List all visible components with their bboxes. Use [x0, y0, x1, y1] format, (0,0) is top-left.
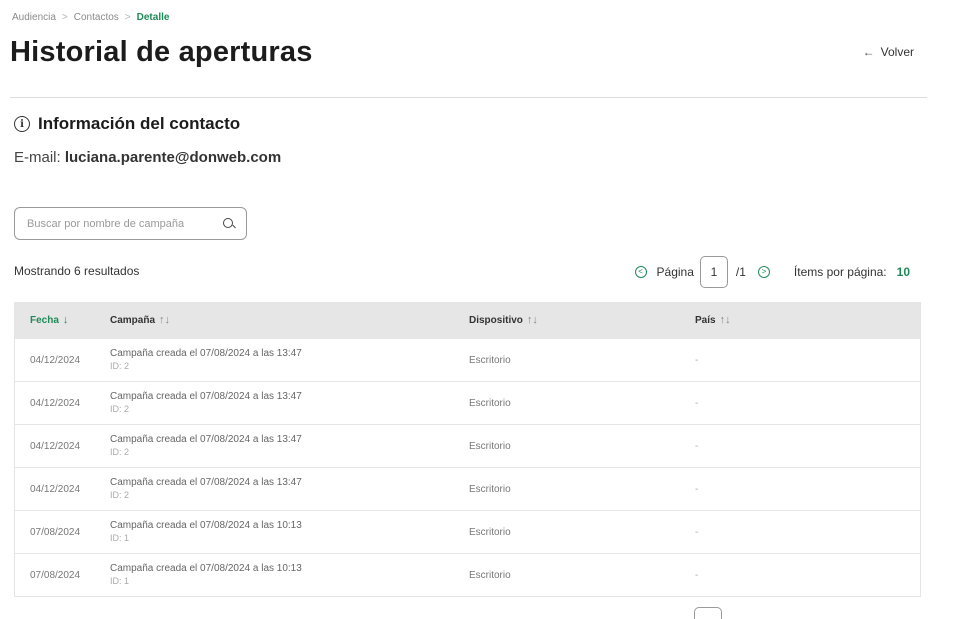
- campaign-name: Campaña creada el 07/08/2024 a las 13:47: [110, 348, 302, 359]
- sort-desc-icon: ↓: [62, 314, 69, 326]
- column-header-date-label: Fecha: [30, 314, 59, 326]
- cell-country: -: [695, 440, 699, 452]
- chevron-right-icon: >: [61, 12, 68, 23]
- cell-country: -: [695, 397, 699, 409]
- search-icon[interactable]: [222, 217, 236, 231]
- column-header-campaign-label: Campaña: [110, 314, 156, 326]
- cell-campaign: Campaña creada el 07/08/2024 a las 13:47…: [110, 348, 469, 372]
- chevron-right-icon: >: [124, 12, 131, 23]
- campaign-id: ID: 1: [110, 533, 130, 543]
- cell-country: -: [695, 526, 699, 538]
- column-header-country[interactable]: País ↑↓: [695, 314, 920, 326]
- cell-date: 04/12/2024: [30, 397, 81, 409]
- campaign-id: ID: 2: [110, 490, 130, 500]
- column-header-device-label: Dispositivo: [469, 314, 523, 326]
- cell-date: 04/12/2024: [30, 483, 81, 495]
- email-value: luciana.parente@donweb.com: [64, 149, 282, 166]
- back-label: Volver: [880, 45, 914, 59]
- breadcrumb-item-audiencia[interactable]: Audiencia: [12, 12, 56, 23]
- table-header: Fecha ↓ Campaña ↑↓ Dispositivo ↑↓ País ↑…: [15, 302, 920, 338]
- cell-country: -: [695, 483, 699, 495]
- campaign-name: Campaña creada el 07/08/2024 a las 10:13: [110, 563, 302, 574]
- contact-section-header: i Información del contacto: [14, 114, 240, 134]
- prev-page-icon[interactable]: <: [634, 266, 647, 278]
- campaign-id: ID: 2: [110, 404, 130, 414]
- breadcrumb-item-contactos[interactable]: Contactos: [74, 12, 119, 23]
- contact-section-title: Información del contacto: [38, 114, 241, 133]
- bottom-page-input[interactable]: [694, 607, 722, 619]
- cell-campaign: Campaña creada el 07/08/2024 a las 10:13…: [110, 563, 469, 587]
- sort-icon: ↑↓: [159, 314, 171, 326]
- breadcrumb: Audiencia > Contactos > Detalle: [12, 12, 169, 23]
- contact-email: E-mail: luciana.parente@donweb.com: [14, 149, 281, 166]
- table-row: 04/12/2024 Campaña creada el 07/08/2024 …: [15, 467, 920, 510]
- email-label: E-mail:: [14, 149, 61, 166]
- next-page-icon[interactable]: >: [757, 266, 770, 278]
- info-icon: i: [14, 116, 30, 132]
- page-title: Historial de aperturas: [10, 36, 313, 68]
- cell-device: Escritorio: [469, 397, 511, 409]
- pagination: < Página /1 > Ítems por página: 10: [634, 256, 910, 288]
- campaign-name: Campaña creada el 07/08/2024 a las 13:47: [110, 434, 302, 445]
- results-count: Mostrando 6 resultados: [14, 264, 140, 278]
- cell-campaign: Campaña creada el 07/08/2024 a las 13:47…: [110, 391, 469, 415]
- cell-device: Escritorio: [469, 569, 511, 581]
- table-row: 04/12/2024 Campaña creada el 07/08/2024 …: [15, 424, 920, 467]
- campaign-name: Campaña creada el 07/08/2024 a las 13:47: [110, 477, 302, 488]
- sort-icon: ↑↓: [719, 314, 731, 326]
- cell-device: Escritorio: [469, 526, 511, 538]
- back-button[interactable]: ← Volver: [863, 45, 914, 59]
- items-per-page-select[interactable]: 10: [897, 265, 910, 279]
- cell-campaign: Campaña creada el 07/08/2024 a las 13:47…: [110, 477, 469, 501]
- cell-device: Escritorio: [469, 483, 511, 495]
- cell-date: 07/08/2024: [30, 526, 81, 538]
- cell-date: 04/12/2024: [30, 354, 81, 366]
- campaign-id: ID: 1: [110, 576, 130, 586]
- campaign-name: Campaña creada el 07/08/2024 a las 10:13: [110, 520, 302, 531]
- column-header-country-label: País: [695, 314, 716, 326]
- table-row: 04/12/2024 Campaña creada el 07/08/2024 …: [15, 338, 920, 381]
- campaign-id: ID: 2: [110, 361, 130, 371]
- table-row: 07/08/2024 Campaña creada el 07/08/2024 …: [15, 510, 920, 553]
- page-total: /1: [735, 265, 746, 279]
- arrow-left-icon: ←: [862, 45, 875, 59]
- page-label: Página: [656, 265, 694, 279]
- column-header-campaign[interactable]: Campaña ↑↓: [110, 314, 469, 326]
- items-per-page-label: Ítems por página:: [793, 265, 887, 279]
- opens-table: Fecha ↓ Campaña ↑↓ Dispositivo ↑↓ País ↑…: [14, 302, 921, 597]
- breadcrumb-current: Detalle: [136, 12, 170, 23]
- column-header-date[interactable]: Fecha ↓: [15, 314, 110, 326]
- search-box: [14, 207, 247, 240]
- sort-icon: ↑↓: [526, 314, 538, 326]
- cell-country: -: [695, 354, 699, 366]
- cell-device: Escritorio: [469, 354, 511, 366]
- table-row: 07/08/2024 Campaña creada el 07/08/2024 …: [15, 553, 920, 596]
- search-input[interactable]: [27, 217, 222, 230]
- cell-device: Escritorio: [469, 440, 511, 452]
- cell-country: -: [695, 569, 699, 581]
- campaign-id: ID: 2: [110, 447, 130, 457]
- cell-date: 04/12/2024: [30, 440, 81, 452]
- campaign-name: Campaña creada el 07/08/2024 a las 13:47: [110, 391, 302, 402]
- column-header-device[interactable]: Dispositivo ↑↓: [469, 314, 695, 326]
- cell-campaign: Campaña creada el 07/08/2024 a las 13:47…: [110, 434, 469, 458]
- table-row: 04/12/2024 Campaña creada el 07/08/2024 …: [15, 381, 920, 424]
- header-divider: [10, 97, 927, 98]
- cell-date: 07/08/2024: [30, 569, 81, 581]
- cell-campaign: Campaña creada el 07/08/2024 a las 10:13…: [110, 520, 469, 544]
- page-number-input[interactable]: [699, 256, 728, 288]
